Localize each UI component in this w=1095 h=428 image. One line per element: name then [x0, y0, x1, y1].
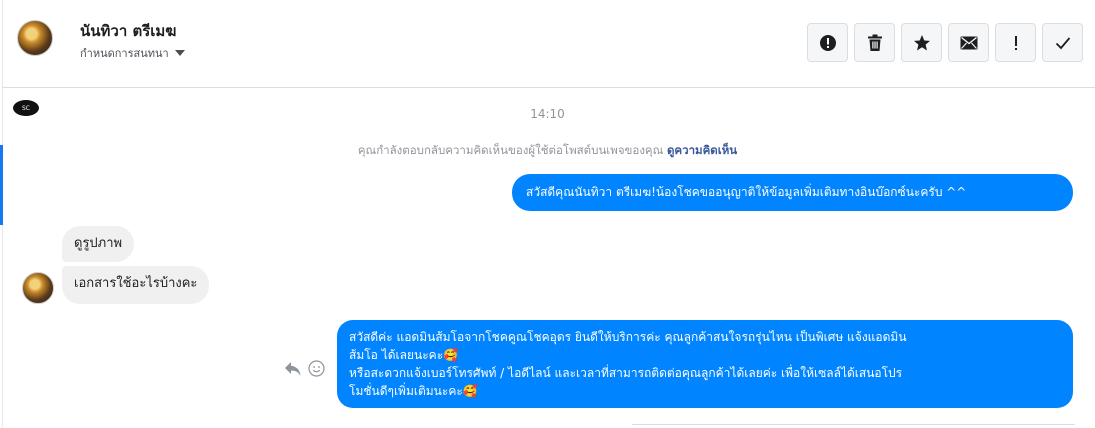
- conversation-header: นันทิวา ตรีเมฆ กำหนดการสนทนา: [3, 0, 1095, 88]
- message-line: สวัสดีค่ะ แอดมินส้มโอจากโชคคูณโชคอุดร ยิ…: [349, 330, 907, 344]
- notice-text: คุณกำลังตอบกลับความคิดเห็นของผู้ใช้ต่อโพ…: [357, 143, 664, 157]
- star-icon: [913, 34, 930, 50]
- header-toolbar: [807, 23, 1083, 62]
- incoming-message[interactable]: เอกสารใช้อะไรบ้างคะ: [62, 266, 210, 304]
- outgoing-message[interactable]: สวัสดีคุณนันทิวา ตรีเมฆ!น้องโชคขออนุญาติ…: [512, 174, 1073, 211]
- spam-button[interactable]: [807, 23, 848, 62]
- conversation-settings-label: กำหนดการสนทนา: [80, 47, 169, 60]
- mark-done-button[interactable]: [1042, 23, 1083, 62]
- message-line: โมชั่นดีๆเพิ่มเติมนะคะ🥰: [349, 384, 478, 398]
- next-message-edge: [632, 424, 1075, 428]
- view-comment-link[interactable]: ดูความคิดเห็น: [667, 143, 737, 157]
- message-actions: [284, 360, 325, 377]
- exclamation-circle-icon: [819, 34, 836, 51]
- contact-name[interactable]: นันทิวา ตรีเมฆ: [80, 19, 176, 43]
- trash-icon: [867, 34, 882, 51]
- sender-avatar[interactable]: [22, 272, 54, 304]
- mark-unread-button[interactable]: [948, 23, 989, 62]
- envelope-icon: [960, 36, 977, 49]
- follow-up-button[interactable]: [995, 23, 1036, 62]
- chevron-down-icon: [174, 50, 185, 56]
- message-line: ส้มโอ ได้เลยนะคะ🥰: [349, 348, 459, 362]
- conversation-settings-dropdown[interactable]: กำหนดการสนทนา: [80, 44, 185, 62]
- outgoing-message[interactable]: สวัสดีค่ะ แอดมินส้มโอจากโชคคูณโชคอุดร ยิ…: [337, 320, 1073, 408]
- exclamation-icon: [1014, 35, 1017, 50]
- reply-button[interactable]: [284, 361, 302, 377]
- message-timestamp: 14:10: [530, 107, 565, 121]
- reply-icon: [285, 361, 301, 376]
- contact-avatar[interactable]: [17, 20, 53, 56]
- delete-button[interactable]: [854, 23, 895, 62]
- check-icon: [1055, 36, 1070, 49]
- react-button[interactable]: [308, 360, 325, 377]
- message-line: หรือสะดวกแจ้งเบอร์โทรศัพท์ / ไอดีไลน์ แล…: [349, 366, 903, 380]
- comment-reply-notice: คุณกำลังตอบกลับความคิดเห็นของผู้ใช้ต่อโพ…: [0, 142, 1095, 160]
- smiley-icon: [308, 360, 325, 377]
- incoming-message[interactable]: ดูรูปภาพ: [62, 226, 135, 262]
- star-button[interactable]: [901, 23, 942, 62]
